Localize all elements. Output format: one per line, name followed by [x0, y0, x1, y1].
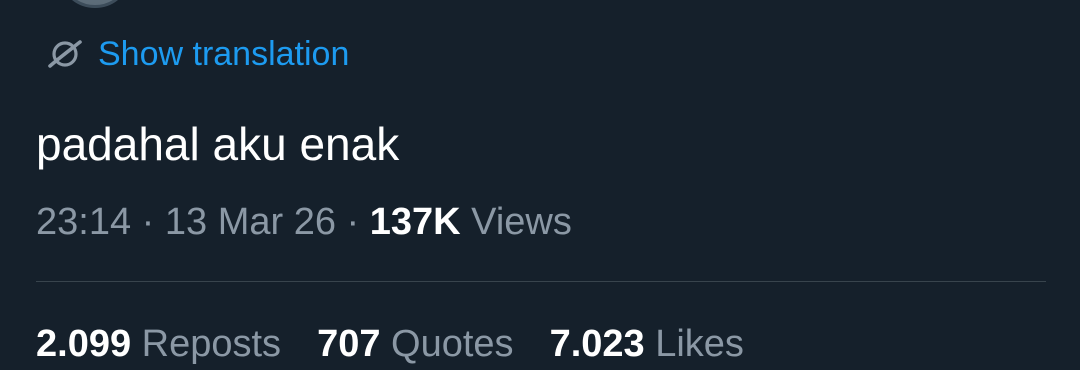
quotes-stat[interactable]: 707 Quotes — [317, 318, 514, 370]
tweet-date[interactable]: 13 Mar 26 — [165, 201, 336, 243]
engagement-stats: 2.099 Reposts 707 Quotes 7.023 Likes — [36, 318, 780, 370]
reposts-label: Reposts — [141, 323, 282, 365]
views-label[interactable]: Views — [471, 201, 572, 243]
reposts-stat[interactable]: 2.099 Reposts — [36, 318, 281, 370]
meta-separator: · — [141, 201, 155, 243]
avatar[interactable] — [58, 0, 132, 8]
divider — [36, 281, 1046, 282]
meta-separator: · — [346, 201, 360, 243]
likes-stat[interactable]: 7.023 Likes — [550, 318, 744, 370]
tweet-text: padahal aku enak — [36, 118, 400, 170]
translate-globe-icon — [44, 33, 86, 75]
tweet-time[interactable]: 23:14 — [36, 201, 131, 243]
likes-count: 7.023 — [549, 323, 645, 365]
likes-label: Likes — [655, 323, 744, 365]
show-translation-button[interactable]: Show translation — [44, 32, 349, 76]
show-translation-label[interactable]: Show translation — [98, 32, 349, 76]
views-count[interactable]: 137K — [370, 201, 461, 243]
reposts-count: 2.099 — [36, 323, 132, 365]
tweet-meta: 23:14 · 13 Mar 26 · 137K Views — [36, 196, 572, 248]
quotes-label: Quotes — [391, 323, 514, 365]
quotes-count: 707 — [317, 323, 381, 365]
